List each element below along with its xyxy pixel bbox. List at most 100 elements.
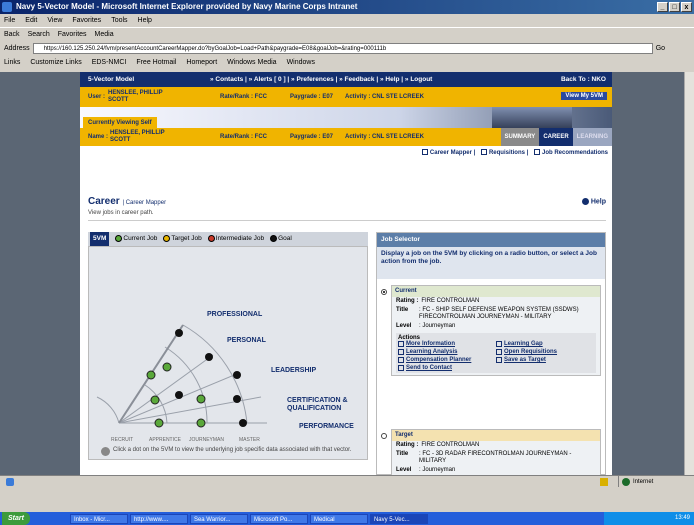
maximize-button[interactable]: □ [669,2,680,12]
svm-label: 5VM [90,232,110,246]
menu-view[interactable]: View [47,14,62,27]
menu-help[interactable]: Help [138,14,152,27]
compensation-planner-link[interactable]: Compensation Planner [398,357,496,363]
help-label: Help [590,198,606,206]
link-item[interactable]: Free Hotmail [136,56,176,70]
tab-summary[interactable]: SUMMARY [500,128,540,146]
tab-learning[interactable]: LEARNING [572,128,612,146]
go-button[interactable]: Go [656,45,665,52]
save-as-target-link[interactable]: Save as Target [496,357,594,363]
target-job-heading: Target [392,430,600,441]
site-nav-links[interactable]: » Contacts | » Alerts [ 0 ] | » Preferen… [210,72,432,87]
taskbar-button-active[interactable]: Navy 5-Vec... [369,513,428,524]
yellow-dot-icon [163,234,171,242]
open-requisitions-link[interactable]: Open Requisitions [496,349,594,355]
axis-recruit: RECRUIT [111,437,134,443]
action-label: Learning Gap [504,341,543,347]
job-selector: Job Selector Display a job on the 5VM by… [376,232,606,475]
search-button[interactable]: Search [28,28,50,41]
taskbar-button[interactable]: Medical [309,513,368,524]
current-job-dot[interactable] [196,418,206,428]
send-to-contact-link[interactable]: Send to Contact [398,365,496,371]
link-item[interactable]: Windows Media [227,56,276,70]
taskbar: Start Inbox - Micr... http://www.... Sea… [0,512,694,525]
green-dot-icon [115,234,123,242]
taskbar-button[interactable]: Inbox - Micr... [69,513,128,524]
lock-icon [600,478,608,486]
goal-dot[interactable] [239,419,247,427]
axis-journeyman: JOURNEYMAN [189,437,225,443]
current-job-heading: Current [392,286,600,297]
action-label: Open Requisitions [504,349,558,355]
current-job-dot[interactable] [146,370,156,380]
goal-dot[interactable] [233,395,241,403]
box-icon [480,149,487,156]
current-job-radio[interactable] [381,289,387,295]
link-item[interactable]: Customize Links [30,56,81,70]
goal-dot[interactable] [233,371,241,379]
legend-goal: Goal [270,232,292,246]
requisitions-link[interactable]: Requisitions [489,150,525,156]
action-label: Send to Contact [406,365,452,371]
user-activity: Activity : CNL STE LCREEK [345,94,424,100]
favorites-button[interactable]: Favorites [58,28,87,41]
svm-legend: 5VM Current Job Target Job Intermediate … [88,232,368,246]
legend-current: Current Job [115,232,157,246]
taskbar-button[interactable]: http://www.... [129,513,188,524]
minimize-button[interactable]: _ [657,2,668,12]
menu-bar: File Edit View Favorites Tools Help [0,14,694,27]
title-row: Title: FC - SHIP SELF DEFENSE WEAPON SYS… [392,306,600,322]
media-button[interactable]: Media [95,28,114,41]
user-bar: User : HENSLEE, PHILLIP SCOTT Rate/Rank … [80,87,612,107]
svm-hint: Click a dot on the 5VM to view the under… [101,447,361,456]
learning-gap-link[interactable]: Learning Gap [496,341,594,347]
rating-value: FIRE CONTROLMAN [421,298,480,304]
menu-file[interactable]: File [4,14,15,27]
menu-favorites[interactable]: Favorites [72,14,101,27]
menu-edit[interactable]: Edit [25,14,37,27]
quick-launch[interactable] [32,514,68,524]
current-job-dot[interactable] [162,362,172,372]
back-button[interactable]: Back [4,28,20,41]
link-item[interactable]: EDS-NMCI [92,56,127,70]
current-job-dot[interactable] [150,395,160,405]
taskbar-button[interactable]: Sea Warrior... [189,513,248,524]
link-item[interactable]: Homeport [186,56,217,70]
viewing-paygrade: Paygrade : E07 [290,134,334,140]
learning-analysis-link[interactable]: Learning Analysis [398,349,496,355]
link-item[interactable]: Windows [287,56,315,70]
current-job-dot[interactable] [154,418,164,428]
goal-dot[interactable] [175,391,183,399]
action-label: Compensation Planner [406,357,472,363]
address-input[interactable]: https://160.125.250.24/fvm/presentAccoun… [32,42,653,54]
goal-dot[interactable] [205,353,213,361]
view-my-5vm-button[interactable]: View My 5VM [561,92,607,100]
ship-banner-image [492,107,572,128]
start-button[interactable]: Start [2,512,30,525]
window-title: Navy 5-Vector Model - Microsoft Internet… [16,2,358,11]
taskbar-button[interactable]: Microsoft Po... [249,513,308,524]
menu-tools[interactable]: Tools [111,14,127,27]
back-to-nko-link[interactable]: Back To : NKO [561,72,606,87]
current-job-dot[interactable] [196,394,206,404]
vertical-scrollbar[interactable] [684,72,694,475]
user-rank: Rate/Rank : FCC [220,94,268,100]
rating-value: FIRE CONTROLMAN [421,442,480,448]
career-mapper-link[interactable]: Career Mapper [430,150,472,156]
svm-chart: PROFESSIONAL PERSONAL LEADERSHIP CERTIFI… [88,246,368,460]
more-information-link[interactable]: More Information [398,341,496,347]
close-button[interactable]: x [681,2,692,12]
tab-career[interactable]: CAREER [539,128,573,146]
target-job-radio[interactable] [381,433,387,439]
legend-intermediate-label: Intermediate Job [215,235,265,242]
box-icon [398,365,404,371]
system-tray: 13:49 [604,512,694,525]
rating-row: Rating : FIRE CONTROLMAN [392,441,600,450]
action-label: Learning Analysis [406,349,458,355]
goal-dot[interactable] [175,329,183,337]
viewing-bar: Name : HENSLEE, PHILLIP SCOTT Rate/Rank … [80,128,612,146]
career-subnav: Career Mapper | Requisitions | Job Recom… [80,146,612,160]
help-link[interactable]: Help [581,198,606,206]
job-recommendations-link[interactable]: Job Recommendations [542,150,608,156]
job-selector-desc: Display a job on the 5VM by clicking on … [377,247,605,279]
